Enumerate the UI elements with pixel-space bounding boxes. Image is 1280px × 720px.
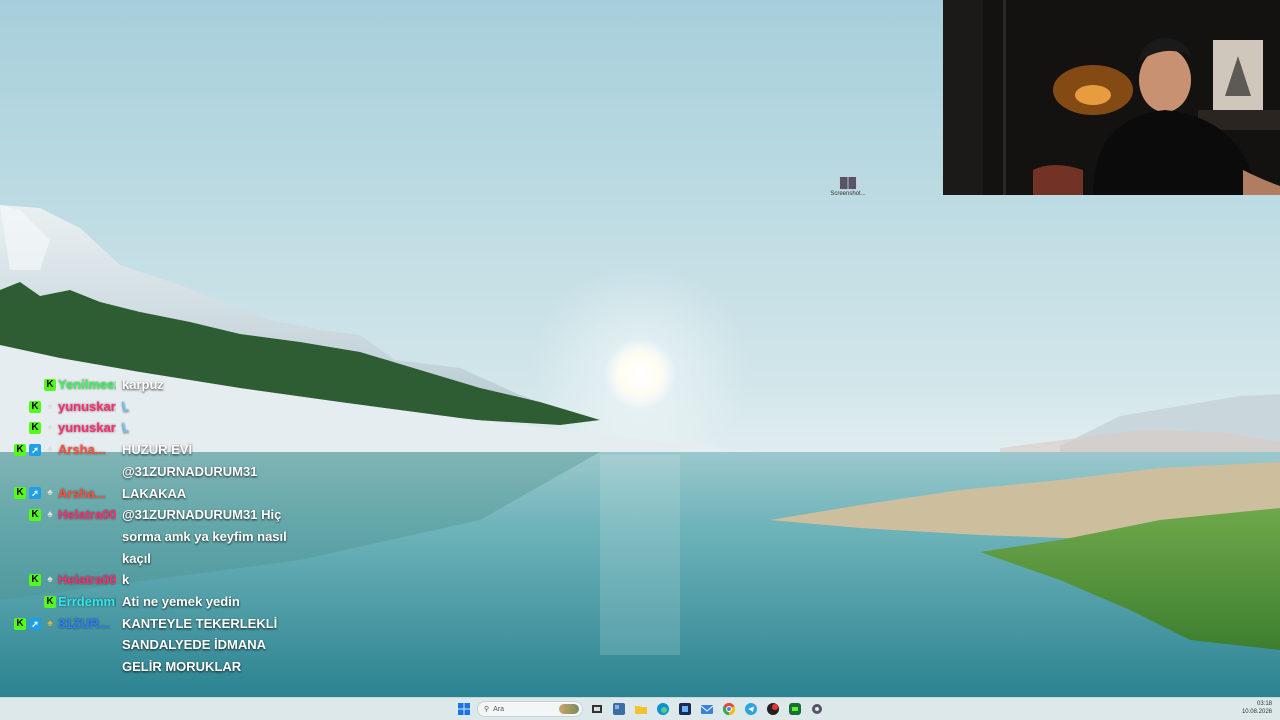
chat-username[interactable]: yunuskar...	[56, 417, 116, 439]
chat-text: KANTEYLE TEKERLEKLİ SANDALYEDE İDMANA GE…	[122, 615, 278, 675]
clock-date: 10.08.2026	[1241, 709, 1272, 715]
chat-text: karpuz	[122, 377, 164, 392]
app-green-icon[interactable]	[786, 701, 803, 718]
windows-start-icon[interactable]	[455, 701, 472, 718]
search-highlight-icon	[559, 704, 579, 714]
verified-badge-icon: ➚	[29, 617, 41, 630]
telegram-icon[interactable]	[742, 701, 759, 718]
webcam-overlay	[943, 0, 1280, 195]
chat-text: \.	[122, 420, 130, 436]
stream-chat-overlay: K Yenilmeez karpuz K ♠ yunuskar... \. K ♠ …	[0, 374, 320, 678]
chat-message: K ➚ ♠ Arsha... HUZUR EVİ @31ZURNADURUM31	[0, 439, 320, 482]
chat-text: \.	[122, 398, 130, 414]
subscriber-badge-icon: ♠	[47, 422, 53, 434]
subscriber-badge-icon: ♠	[47, 443, 53, 455]
verified-badge-icon: ➚	[29, 443, 41, 456]
kick-badge-icon: K	[29, 400, 41, 413]
desktop-icon-label: Screenshot...	[830, 191, 866, 197]
chat-username[interactable]: 31ZUR...	[56, 613, 116, 635]
kick-badge-icon: K	[14, 617, 26, 630]
subscriber-badge-icon: ♠	[47, 487, 53, 499]
edge-icon[interactable]	[654, 701, 671, 718]
chrome-icon[interactable]	[720, 701, 737, 718]
chat-username[interactable]: Helatra00	[56, 504, 116, 526]
chat-message: K ➚ ♠ 31ZUR... KANTEYLE TEKERLEKLİ SANDALY…	[0, 613, 320, 678]
taskbar-search-input[interactable]: ⚲ Ara	[477, 701, 583, 717]
search-icon: ⚲	[484, 706, 490, 713]
chat-text: HUZUR EVİ @31ZURNADURUM31	[122, 442, 258, 479]
subscriber-badge-icon: ♠	[47, 574, 53, 586]
kick-badge-icon: K	[29, 422, 41, 435]
widgets-icon[interactable]	[610, 701, 627, 718]
chat-message: K Yenilmeez karpuz	[0, 374, 320, 396]
system-clock[interactable]: 03:18 10.08.2026	[1242, 700, 1272, 716]
file-explorer-icon[interactable]	[632, 701, 649, 718]
gold-subscriber-badge-icon: ♠	[47, 617, 53, 629]
chat-username[interactable]: Helatra00	[56, 569, 116, 591]
app-red-icon[interactable]	[764, 701, 781, 718]
desktop-file-icon[interactable]: Screenshot...	[828, 176, 868, 198]
clock-time: 03:18	[1256, 701, 1272, 707]
chat-message: K ErrdemmBE... Ati ne yemek yedin	[0, 591, 320, 613]
mail-icon[interactable]	[698, 701, 715, 718]
kick-badge-icon: K	[29, 509, 41, 522]
chat-text: Ati ne yemek yedin	[122, 594, 240, 610]
chat-message: K ♠ yunuskar... \.	[0, 417, 320, 439]
taskbar: ⚲ Ara 03:18 10.08.2026	[0, 697, 1280, 720]
chat-username[interactable]: Arsha...	[56, 483, 116, 505]
image-file-icon	[839, 176, 857, 190]
kick-badge-icon: K	[14, 487, 26, 500]
chat-username[interactable]: Yenilmeez	[56, 374, 116, 396]
kick-badge-icon: K	[29, 574, 41, 587]
kick-badge-icon: K	[44, 595, 56, 608]
chat-text: k	[122, 572, 130, 588]
chat-message: K ♠ Helatra00 k	[0, 569, 320, 591]
store-icon[interactable]	[676, 701, 693, 718]
chat-username[interactable]: yunuskar...	[56, 396, 116, 418]
search-placeholder: Ara	[493, 705, 505, 713]
verified-badge-icon: ➚	[29, 487, 41, 500]
kick-badge-icon: K	[14, 443, 26, 456]
chat-username[interactable]: ErrdemmBE...	[56, 591, 116, 613]
chat-message: K ♠ Helatra00 @31ZURNADURUM31 Hiç sorma a…	[0, 504, 320, 569]
settings-icon[interactable]	[808, 701, 825, 718]
subscriber-badge-icon: ♠	[47, 509, 53, 521]
chat-text: @31ZURNADURUM31 Hiç sorma amk ya keyfim …	[122, 507, 287, 566]
chat-message: K ♠ yunuskar... \.	[0, 396, 320, 418]
task-view-icon[interactable]	[588, 701, 605, 718]
subscriber-badge-icon: ♠	[47, 400, 53, 412]
chat-message: K ➚ ♠ Arsha... LAKAKAA	[0, 483, 320, 505]
taskbar-apps: ⚲ Ara	[455, 700, 825, 718]
chat-username[interactable]: Arsha...	[56, 439, 116, 461]
kick-badge-icon: K	[44, 378, 56, 391]
chat-text: LAKAKAA	[122, 485, 187, 501]
